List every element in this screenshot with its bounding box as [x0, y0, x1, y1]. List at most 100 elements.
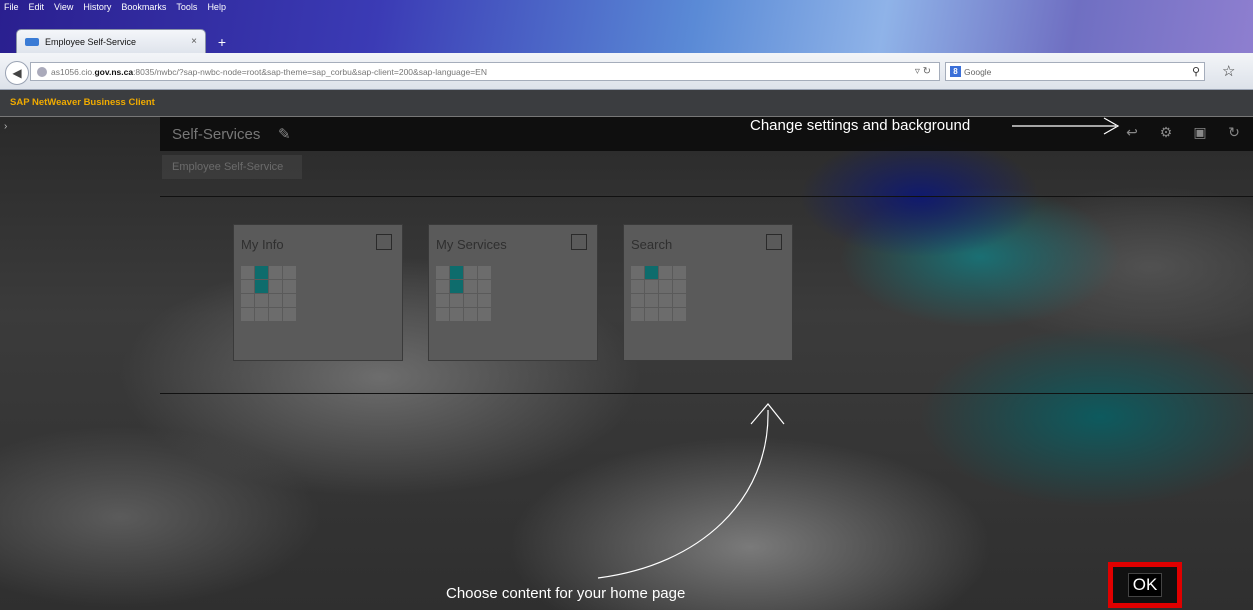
grid-cell [478, 280, 491, 293]
grid-cell [673, 266, 686, 279]
grid-cell [283, 280, 296, 293]
search-icon[interactable]: ⚲ [1192, 65, 1204, 78]
bookmark-star-icon[interactable]: ☆ [1222, 62, 1235, 80]
annotation-settings: Change settings and background [750, 117, 971, 134]
grid-cell [436, 266, 449, 279]
back-arrow-icon[interactable]: ◀ [5, 61, 29, 85]
grid-cell [450, 266, 463, 279]
tile-grid-icon [241, 266, 296, 321]
search-placeholder: Google [964, 66, 992, 77]
navigation-bar: ◀ as1056.cio. gov.ns.ca :8035/nwbc/?sap-… [0, 53, 1253, 90]
tile-title: Search [631, 237, 673, 252]
grid-cell [283, 294, 296, 307]
divider-top [160, 196, 1253, 197]
grid-cell [645, 294, 658, 307]
url-prefix: as1056.cio. [51, 66, 95, 77]
tab-employee-self-service[interactable]: Employee Self-Service × [16, 29, 206, 53]
tile-grid-icon [436, 266, 491, 321]
ok-button[interactable]: OK [1127, 573, 1163, 597]
grid-cell [478, 294, 491, 307]
divider-bottom [160, 393, 1253, 394]
menu-history[interactable]: History [83, 2, 111, 18]
refresh-icon[interactable]: ↻ [1225, 124, 1243, 141]
grid-cell [241, 280, 254, 293]
grid-cell [478, 308, 491, 321]
grid-cell [645, 308, 658, 321]
menu-bookmarks[interactable]: Bookmarks [121, 2, 166, 18]
grid-cell [241, 266, 254, 279]
tile-my-services[interactable]: My Services [428, 224, 598, 361]
grid-cell [464, 266, 477, 279]
page-title-bar: Self-Services ✎ ↩ ⚙ ▣ ↻ [160, 117, 1253, 151]
grid-cell [283, 308, 296, 321]
tab-strip: Employee Self-Service × + [16, 26, 234, 53]
sidebar-expand-icon[interactable]: › [4, 121, 7, 132]
personalize-icon[interactable]: ▣ [1191, 124, 1209, 141]
grid-cell [631, 266, 644, 279]
grid-cell [659, 266, 672, 279]
grid-cell [450, 308, 463, 321]
annotation-content: Choose content for your home page [446, 585, 686, 602]
url-host: gov.ns.ca [94, 66, 134, 77]
edit-pencil-icon[interactable]: ✎ [278, 125, 291, 143]
menu-help[interactable]: Help [207, 2, 226, 18]
grid-cell [673, 294, 686, 307]
search-box[interactable]: 8 Google ⚲ [945, 62, 1205, 81]
grid-cell [645, 280, 658, 293]
grid-cell [269, 294, 282, 307]
grid-cell [659, 294, 672, 307]
new-tab-button[interactable]: + [210, 31, 234, 53]
menu-tools[interactable]: Tools [176, 2, 197, 18]
grid-cell [269, 280, 282, 293]
grid-cell [631, 280, 644, 293]
toolbar-icons: ↩ ⚙ ▣ ↻ [1123, 124, 1243, 141]
grid-cell [436, 308, 449, 321]
grid-cell [659, 308, 672, 321]
grid-cell [659, 280, 672, 293]
page-title: Self-Services [172, 126, 261, 143]
tile-title: My Services [436, 237, 507, 252]
menu-file[interactable]: File [4, 2, 19, 18]
settings-gear-icon[interactable]: ⚙ [1157, 124, 1175, 141]
tile-search[interactable]: Search [623, 224, 793, 361]
address-bar[interactable]: as1056.cio. gov.ns.ca :8035/nwbc/?sap-nw… [30, 62, 940, 81]
grid-cell [241, 308, 254, 321]
grid-cell [269, 308, 282, 321]
grid-cell [673, 308, 686, 321]
ok-button-highlight: OK [1108, 562, 1182, 608]
grid-cell [255, 280, 268, 293]
tile-grid-icon [631, 266, 686, 321]
grid-cell [450, 280, 463, 293]
grid-cell [255, 294, 268, 307]
menu-bar: File Edit View History Bookmarks Tools H… [4, 2, 226, 18]
tile-checkbox[interactable] [571, 234, 587, 250]
grid-cell [450, 294, 463, 307]
grid-cell [255, 266, 268, 279]
google-icon: 8 [950, 66, 961, 77]
grid-cell [283, 266, 296, 279]
tile-checkbox[interactable] [766, 234, 782, 250]
browser-chrome: File Edit View History Bookmarks Tools H… [0, 0, 1253, 90]
sap-brand-title: SAP NetWeaver Business Client [10, 97, 155, 108]
tab-title: Employee Self-Service [45, 36, 137, 47]
sap-favicon-icon [25, 37, 39, 46]
grid-cell [631, 294, 644, 307]
sap-header: SAP NetWeaver Business Client [0, 90, 1253, 117]
globe-icon [37, 66, 47, 77]
grid-cell [478, 266, 491, 279]
grid-cell [436, 280, 449, 293]
reload-icon[interactable]: ▿ ↻ [915, 66, 939, 77]
back-icon[interactable]: ↩ [1123, 124, 1141, 141]
tile-my-info[interactable]: My Info [233, 224, 403, 361]
grid-cell [464, 280, 477, 293]
grid-cell [436, 294, 449, 307]
grid-cell [269, 266, 282, 279]
grid-cell [255, 308, 268, 321]
tab-close-icon[interactable]: × [191, 36, 197, 47]
url-path: :8035/nwbc/?sap-nwbc-node=root&sap-theme… [133, 66, 487, 77]
tile-checkbox[interactable] [376, 234, 392, 250]
grid-cell [631, 308, 644, 321]
menu-edit[interactable]: Edit [29, 2, 45, 18]
subtab-employee-self-service[interactable]: Employee Self-Service [162, 155, 302, 179]
menu-view[interactable]: View [54, 2, 73, 18]
